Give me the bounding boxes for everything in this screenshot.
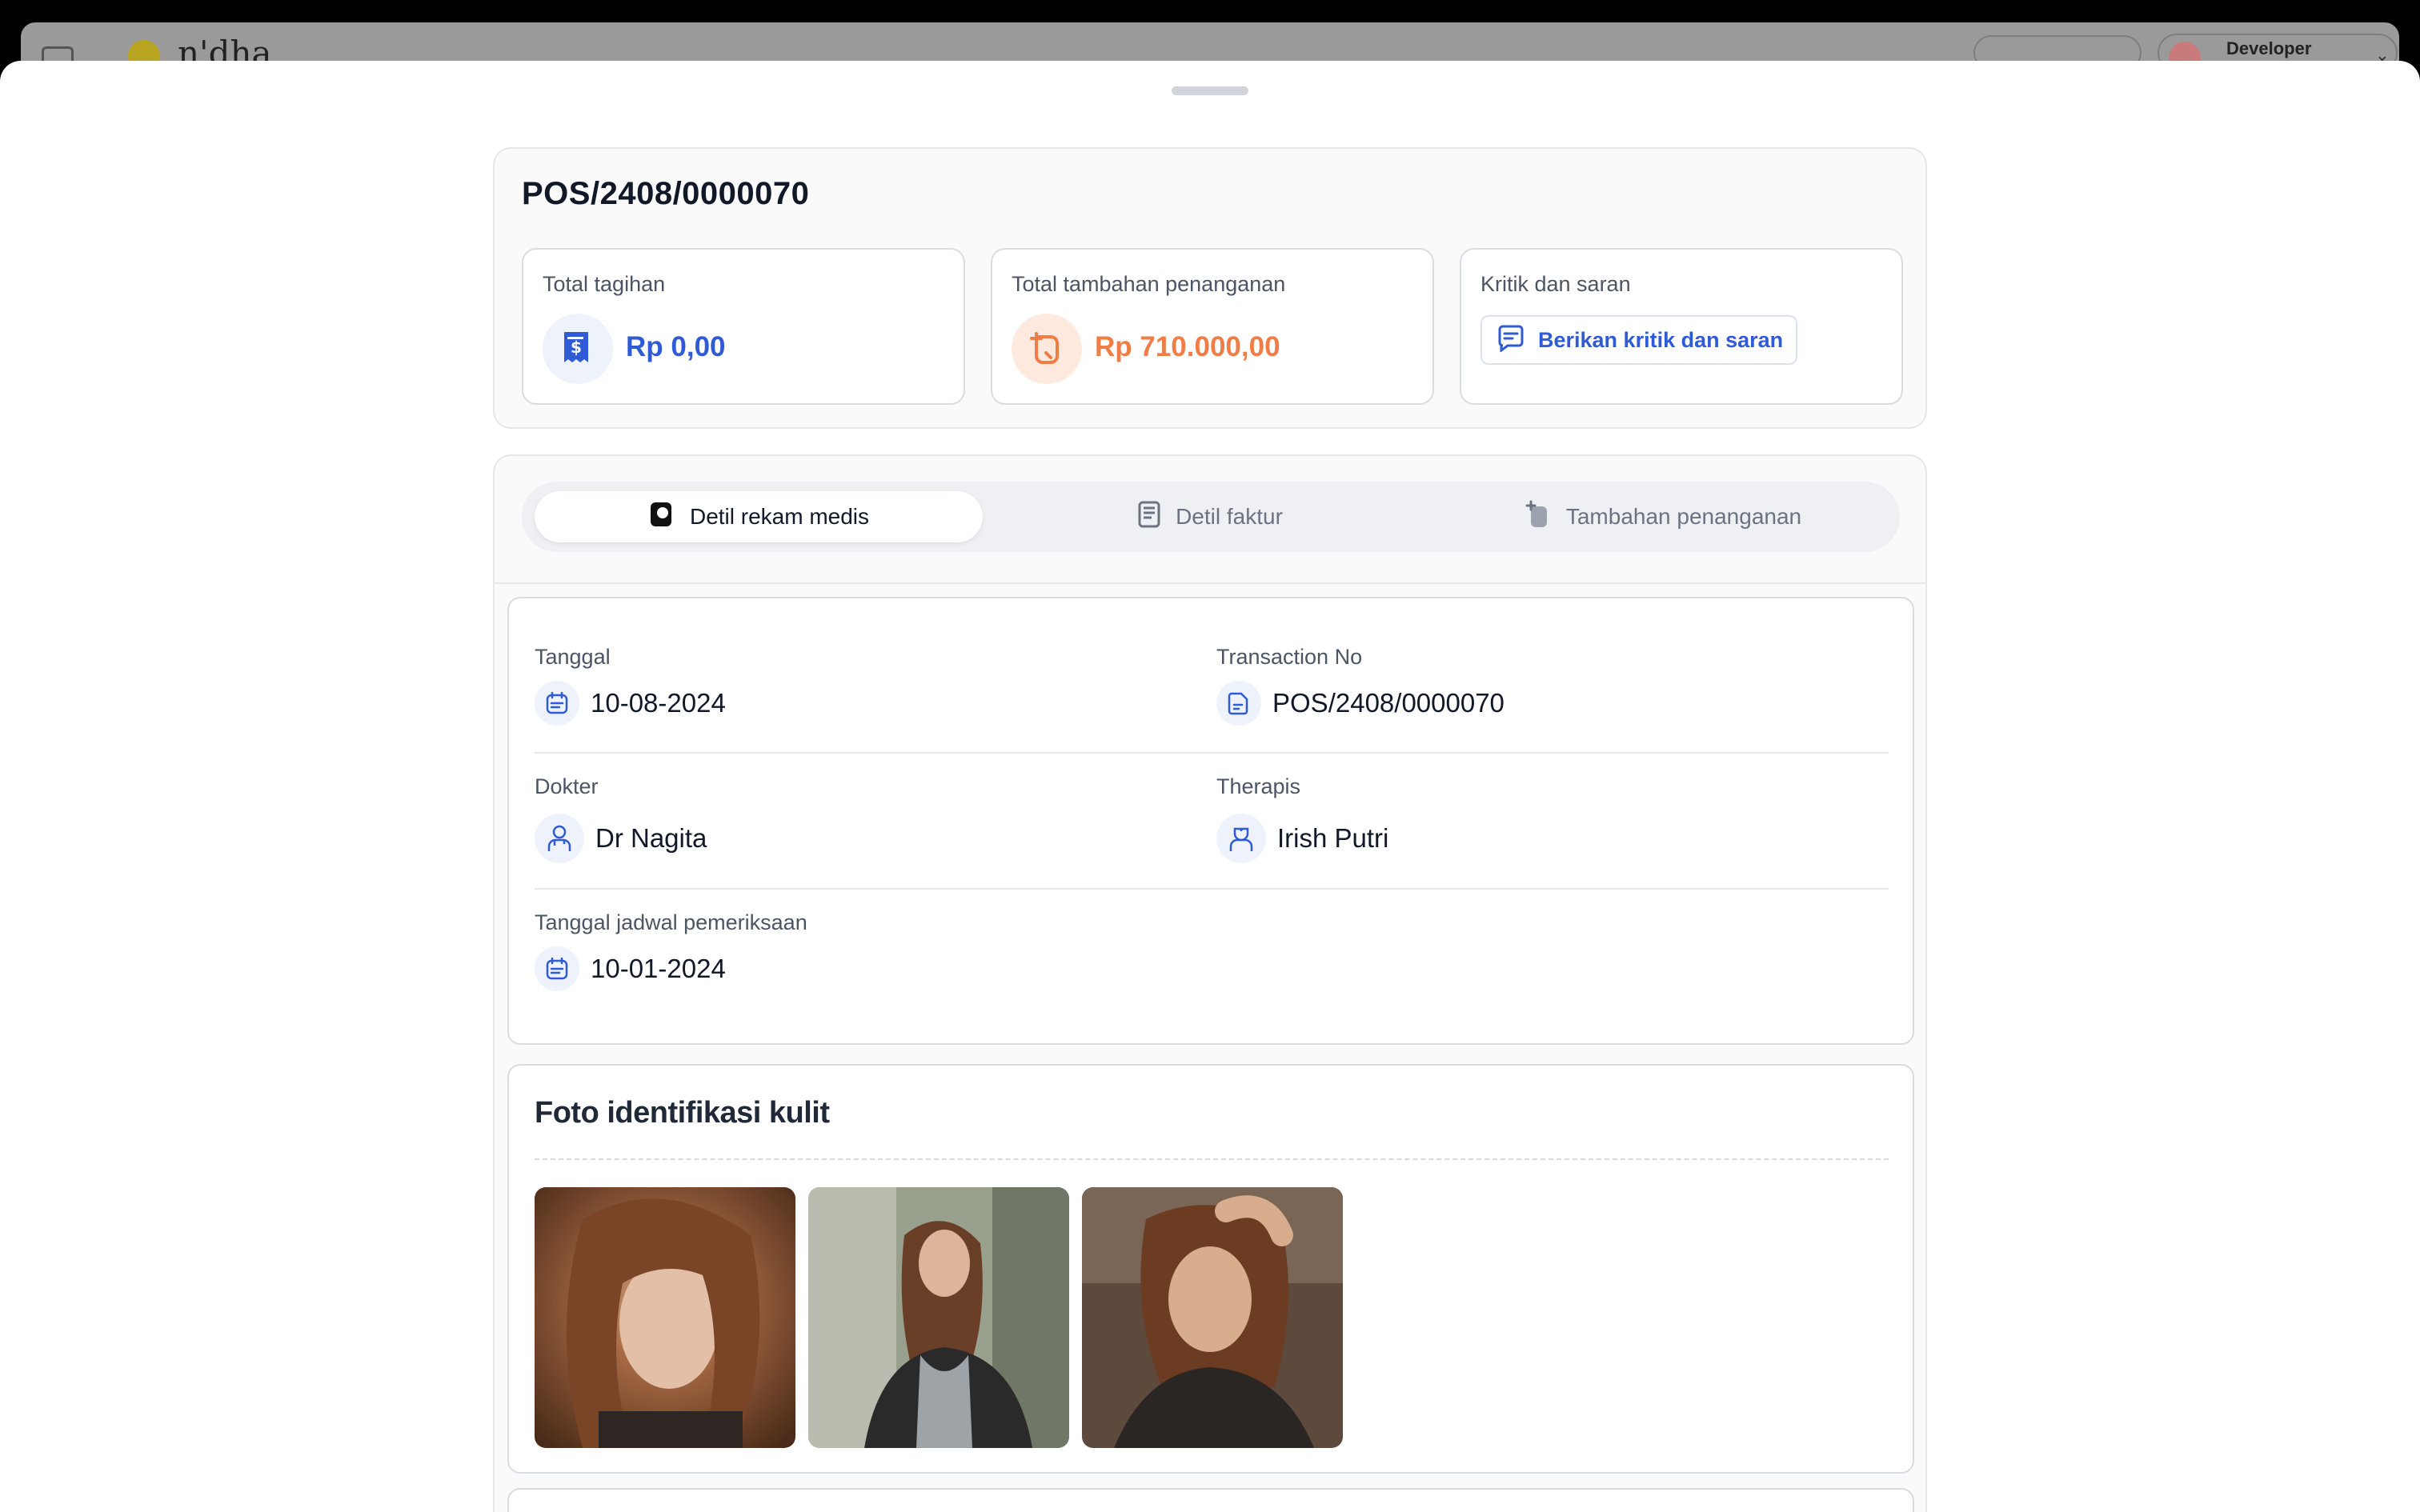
medical-record-info-panel: Tanggal 10-08-2024 Transaction No POS/24… bbox=[507, 597, 1914, 1045]
schedule-date-value: 10-01-2024 bbox=[591, 954, 726, 983]
transaction-no-value: POS/2408/0000070 bbox=[1272, 688, 1504, 718]
skin-photos-panel: Foto identifikasi kulit bbox=[507, 1064, 1914, 1474]
date-field: Tanggal 10-08-2024 bbox=[535, 645, 726, 726]
tab-medical-record-label: Detil rekam medis bbox=[689, 504, 870, 529]
total-bill-card: Total tagihan $ Rp 0,00 bbox=[522, 248, 965, 405]
message-icon bbox=[1496, 325, 1525, 356]
tab-medical-record[interactable]: Detil rekam medis bbox=[535, 491, 983, 542]
invoice-summary-card: POS/2408/0000070 Total tagihan $ Rp 0,00… bbox=[493, 147, 1927, 429]
give-feedback-button[interactable]: Berikan kritik dan saran bbox=[1480, 315, 1798, 365]
tab-extra-treatment[interactable]: Tambahan penanganan bbox=[1439, 491, 1887, 542]
skin-photo-thumbnail[interactable] bbox=[808, 1187, 1069, 1448]
schedule-date-field: Tanggal jadwal pemeriksaan 10-01-2024 bbox=[535, 910, 807, 991]
doctor-label: Dokter bbox=[535, 774, 599, 798]
feedback-card: Kritik dan saran Berikan kritik dan sara… bbox=[1460, 248, 1903, 405]
total-bill-value: Rp 0,00 bbox=[626, 331, 726, 362]
transaction-no-label: Transaction No bbox=[1216, 645, 1363, 669]
therapist-field: Therapis Irish Putri bbox=[1216, 774, 1388, 863]
total-bill-label: Total tagihan bbox=[543, 272, 666, 296]
tab-extra-treatment-label: Tambahan penanganan bbox=[1565, 504, 1802, 529]
row-divider bbox=[535, 752, 1889, 754]
add-treatment-icon bbox=[1012, 314, 1082, 384]
sheet-drag-handle[interactable] bbox=[1172, 86, 1248, 95]
add-treatment-icon bbox=[1525, 500, 1552, 534]
tab-invoice-detail[interactable]: Detil faktur bbox=[994, 491, 1426, 542]
doctor-field: Dokter Dr Nagita bbox=[535, 774, 707, 863]
skin-photo-thumbnail[interactable] bbox=[1082, 1187, 1343, 1448]
skin-photo-thumbnail[interactable] bbox=[535, 1187, 795, 1448]
nurse-icon bbox=[1216, 814, 1266, 863]
user-name: Developer bbox=[2226, 38, 2312, 58]
next-section-panel bbox=[507, 1488, 1914, 1512]
svg-text:$: $ bbox=[571, 338, 582, 357]
total-extra-treatment-card: Total tambahan penanganan Rp 710.000,00 bbox=[991, 248, 1434, 405]
feedback-label: Kritik dan saran bbox=[1480, 272, 1631, 296]
document-icon bbox=[1216, 681, 1261, 726]
schedule-date-label: Tanggal jadwal pemeriksaan bbox=[535, 910, 807, 934]
total-extra-treatment-value: Rp 710.000,00 bbox=[1095, 331, 1280, 362]
doctor-value: Dr Nagita bbox=[595, 823, 707, 853]
tabs-divider bbox=[495, 582, 1925, 584]
tab-invoice-detail-label: Detil faktur bbox=[1176, 504, 1283, 529]
calendar-icon bbox=[535, 681, 579, 726]
detail-card: Detil rekam medis Detil faktur Tambahan … bbox=[493, 454, 1927, 1512]
total-extra-treatment-label: Total tambahan penanganan bbox=[1012, 272, 1286, 296]
doctor-icon bbox=[535, 814, 584, 863]
bottom-sheet: POS/2408/0000070 Total tagihan $ Rp 0,00… bbox=[0, 61, 2420, 1512]
therapist-label: Therapis bbox=[1216, 774, 1301, 798]
date-value: 10-08-2024 bbox=[591, 688, 726, 718]
receipt-dollar-icon: $ bbox=[543, 314, 613, 384]
skin-photos-title: Foto identifikasi kulit bbox=[535, 1096, 830, 1130]
calendar-icon bbox=[535, 946, 579, 991]
give-feedback-label: Berikan kritik dan saran bbox=[1538, 327, 1784, 352]
transaction-no-field: Transaction No POS/2408/0000070 bbox=[1216, 645, 1504, 726]
invoice-icon bbox=[1137, 500, 1161, 534]
therapist-value: Irish Putri bbox=[1277, 823, 1389, 853]
invoice-number-title: POS/2408/0000070 bbox=[522, 176, 810, 211]
dashed-divider bbox=[535, 1158, 1889, 1160]
medical-record-icon bbox=[648, 500, 675, 534]
detail-tabs: Detil rekam medis Detil faktur Tambahan … bbox=[522, 482, 1900, 552]
background-toolbar: n'dha Developer ⌄ bbox=[21, 22, 2399, 74]
row-divider bbox=[535, 888, 1889, 890]
date-label: Tanggal bbox=[535, 645, 611, 669]
